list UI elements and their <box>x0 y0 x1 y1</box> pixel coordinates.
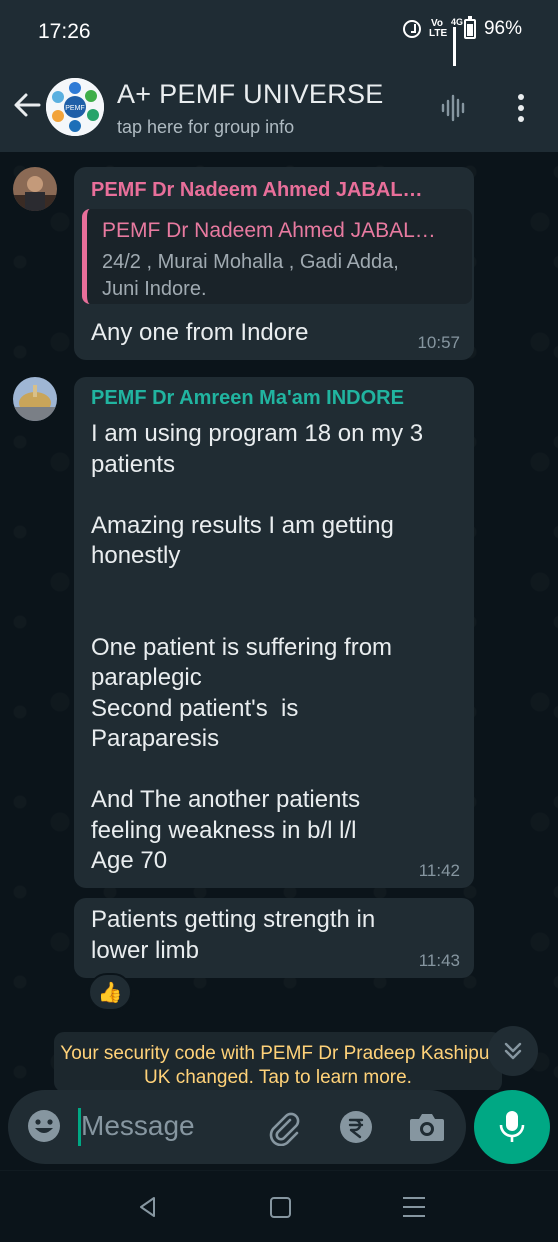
network-label: 4G <box>450 17 463 27</box>
svg-text:PEMF: PEMF <box>65 105 84 112</box>
nav-home-icon[interactable] <box>270 1197 291 1218</box>
quoted-sender: PEMF Dr Nadeem Ahmed JABAL… <box>102 219 436 242</box>
sender-avatar[interactable] <box>13 377 57 421</box>
message-text: Patients getting strength in lower limb <box>91 906 376 964</box>
back-arrow-icon[interactable] <box>12 90 42 120</box>
group-logo-icon: PEMF <box>46 78 104 136</box>
scroll-to-bottom-button[interactable] <box>488 1026 538 1076</box>
signal-icon: 4G <box>451 17 463 67</box>
message-bubble[interactable]: Patients getting strength in lower limb … <box>74 898 474 978</box>
message-sender[interactable]: PEMF Dr Amreen Ma'am INDORE <box>91 387 404 410</box>
battery-icon <box>463 16 476 39</box>
status-time: 17:26 <box>38 20 91 43</box>
message-list[interactable]: PEMF Dr Nadeem Ahmed JABAL… PEMF Dr Nade… <box>0 152 558 1090</box>
sender-avatar[interactable] <box>13 167 57 211</box>
camera-icon[interactable] <box>408 1109 446 1145</box>
message-input[interactable]: Message <box>8 1090 466 1164</box>
emoji-icon[interactable] <box>26 1108 62 1144</box>
composer: Message <box>0 1090 558 1170</box>
chat-header[interactable]: PEMF A+ PEMF UNIVERSE tap here for group… <box>0 66 558 152</box>
status-icons: Vo LTE 4G 96% <box>402 16 522 67</box>
message-text: I am using program 18 on my 3 patients A… <box>91 420 424 874</box>
message-time: 11:42 <box>418 861 460 880</box>
message-placeholder[interactable]: Message <box>81 1110 195 1142</box>
message-sender[interactable]: PEMF Dr Nadeem Ahmed JABAL… <box>91 179 461 202</box>
security-code-text[interactable]: Your security code with PEMF Dr Pradeep … <box>54 1042 502 1090</box>
battery-percent: 96% <box>483 18 522 39</box>
quoted-message[interactable]: PEMF Dr Nadeem Ahmed JABAL… 24/2 , Murai… <box>82 209 472 304</box>
message-text: Any one from Indore <box>91 319 309 346</box>
message-bubble[interactable]: PEMF Dr Amreen Ma'am INDORE I am using p… <box>74 377 474 888</box>
status-bar: 17:26 Vo LTE 4G 96% <box>0 0 558 67</box>
nav-back-icon[interactable] <box>136 1195 160 1219</box>
quoted-text: 24/2 , Murai Mohalla , Gadi Adda, Juni I… <box>102 251 399 300</box>
payment-rupee-icon[interactable] <box>338 1109 374 1145</box>
microphone-icon <box>499 1111 525 1142</box>
attach-icon[interactable] <box>264 1108 302 1146</box>
message-time: 10:57 <box>417 333 460 352</box>
more-options-icon[interactable] <box>516 94 526 124</box>
alarm-icon <box>402 20 421 38</box>
reaction-badge[interactable]: 👍 <box>88 973 132 1011</box>
group-title[interactable]: A+ PEMF UNIVERSE <box>117 79 384 110</box>
nav-recents-icon[interactable] <box>403 1197 425 1219</box>
message-time: 11:43 <box>418 951 460 970</box>
group-subtitle[interactable]: tap here for group info <box>117 117 294 138</box>
message-bubble[interactable]: PEMF Dr Nadeem Ahmed JABAL… PEMF Dr Nade… <box>74 167 474 360</box>
volte-icon: Vo LTE <box>428 18 448 39</box>
group-avatar[interactable]: PEMF <box>46 78 104 136</box>
voice-record-button[interactable] <box>474 1090 550 1164</box>
double-chevron-down-icon <box>504 1042 522 1060</box>
security-code-notice[interactable]: Your security code with PEMF Dr Pradeep … <box>54 1032 502 1090</box>
system-nav-bar <box>0 1170 558 1242</box>
voice-chat-icon[interactable] <box>440 94 468 122</box>
